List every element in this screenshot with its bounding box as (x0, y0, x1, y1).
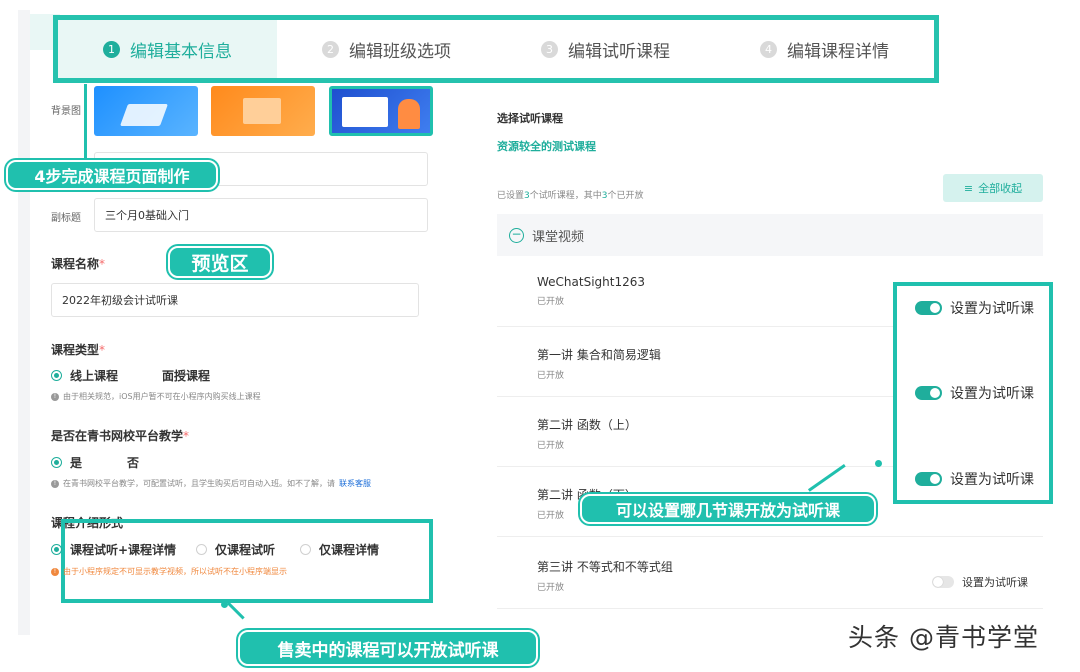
screen-illustration-icon (342, 97, 388, 127)
subtitle-label: 副标题 (51, 213, 81, 224)
step-2-tab[interactable]: 2 编辑班级选项 (277, 20, 496, 78)
course-type-offline-radio[interactable]: 面授课程 (143, 367, 210, 384)
course-name-label: 课程名称* (51, 257, 106, 271)
step-label: 编辑基本信息 (130, 41, 232, 62)
trial-open-callout: 可以设置哪几节课开放为试听课 (580, 494, 876, 524)
intro-trial-only-radio[interactable]: 仅课程试听 (196, 541, 275, 558)
platform-no-radio[interactable]: 否 (108, 454, 139, 471)
toggle-switch-on[interactable] (915, 301, 942, 315)
toggle-highlight-frame: 设置为试听课 设置为试听课 设置为试听课 (893, 282, 1053, 504)
radio-empty-icon (196, 544, 207, 555)
radio-empty-icon (108, 457, 119, 468)
intro-highlight-frame (61, 519, 433, 603)
toggle-switch-on[interactable] (915, 386, 942, 400)
toggle-switch-off[interactable] (932, 576, 954, 588)
radio-selected-icon (51, 457, 62, 468)
collapse-minus-icon[interactable]: − (509, 227, 524, 243)
subtitle-input[interactable]: 三个月0基础入门 (94, 198, 428, 232)
callout-connector (84, 84, 87, 160)
lesson-item: 第一讲 集合和简易逻辑 已开放 (537, 348, 661, 381)
page: 1 编辑基本信息 2 编辑班级选项 3 编辑试听课程 4 编辑课程详情 背景图 … (0, 0, 1080, 672)
book-illustration-icon (243, 98, 281, 124)
info-icon: ! (51, 392, 59, 401)
background-thumb-selected[interactable] (329, 86, 433, 136)
lesson-item: 第二讲 函数（上） 已开放 (537, 418, 637, 451)
radio-selected-icon (51, 370, 62, 381)
background-image-label: 背景图 (51, 106, 81, 117)
platform-yes-radio[interactable]: 是 (51, 454, 82, 471)
step-number-badge: 4 (760, 40, 777, 58)
callout-dot (221, 601, 228, 608)
lesson-item: 第三讲 不等式和不等式组 已开放 (537, 560, 673, 593)
course-type-label: 课程类型* (51, 343, 106, 357)
trial-course-name: 资源较全的测试课程 (497, 140, 596, 153)
step-number-badge: 1 (103, 40, 120, 58)
on-sale-callout: 售卖中的课程可以开放试听课 (238, 630, 538, 666)
trial-toggle-row[interactable]: 设置为试听课 (915, 298, 1034, 318)
intro-tip: ! 由于小程序规定不可显示教学视频，所以试听不在小程序端显示 (51, 566, 287, 577)
contact-support-link[interactable]: 联系客服 (339, 478, 371, 489)
collapse-all-button[interactable]: ≡ 全部收起 (943, 174, 1043, 202)
platform-label: 是否在青书网校平台教学* (51, 429, 190, 443)
trial-toggle-row[interactable]: 设置为试听课 (932, 574, 1028, 590)
info-icon: ! (51, 479, 59, 488)
step-label: 编辑试听课程 (568, 41, 670, 62)
toggle-switch-on[interactable] (915, 472, 942, 486)
radio-empty-icon (300, 544, 311, 555)
preview-callout: 预览区 (168, 246, 272, 278)
row-divider (497, 536, 1043, 537)
left-edge-strip (18, 10, 30, 635)
collapse-icon: ≡ (963, 181, 974, 195)
radio-empty-icon (143, 370, 154, 381)
background-thumb-blue[interactable] (94, 86, 198, 136)
trial-toggle-row[interactable]: 设置为试听课 (915, 383, 1034, 403)
laptop-illustration-icon (119, 104, 169, 126)
course-type-online-radio[interactable]: 线上课程 (51, 367, 118, 384)
watermark: 头条 @青书学堂 (848, 623, 1039, 652)
intro-detail-only-radio[interactable]: 仅课程详情 (300, 541, 379, 558)
lesson-item: WeChatSight1263 已开放 (537, 275, 646, 307)
radio-selected-icon (51, 544, 62, 555)
course-type-tip: ! 由于相关规范，iOS用户暂不可在小程序内购买线上课程 (51, 391, 261, 402)
course-name-input[interactable]: 2022年初级会计试听课 (51, 283, 419, 317)
step-4-tab[interactable]: 4 编辑课程详情 (715, 20, 934, 78)
step-number-badge: 3 (541, 40, 558, 58)
step-1-tab[interactable]: 1 编辑基本信息 (58, 20, 277, 78)
person-illustration-icon (398, 99, 420, 129)
step-label: 编辑课程详情 (787, 41, 889, 62)
trial-status-text: 已设置3个试听课程，其中3个已开放 (497, 191, 644, 201)
section-header-video[interactable]: − 课堂视频 (497, 214, 1043, 256)
callout-dot (875, 460, 882, 467)
steps-callout: 4步完成课程页面制作 (6, 160, 218, 190)
intro-trial-detail-radio[interactable]: 课程试听+课程详情 (51, 541, 176, 558)
step-number-badge: 2 (322, 40, 339, 58)
callout-connector (807, 464, 846, 492)
background-thumb-orange[interactable] (211, 86, 315, 136)
step-3-tab[interactable]: 3 编辑试听课程 (496, 20, 715, 78)
steps-bar: 1 编辑基本信息 2 编辑班级选项 3 编辑试听课程 4 编辑课程详情 (53, 15, 939, 83)
trial-course-title: 选择试听课程 (497, 112, 563, 125)
row-divider (497, 608, 1043, 609)
platform-tip: ! 在青书网校平台教学，可配置试听，且学生购买后可自动入班。如不了解，请 联系客服 (51, 478, 371, 489)
warning-icon: ! (51, 567, 59, 576)
trial-toggle-row[interactable]: 设置为试听课 (915, 469, 1034, 489)
step-label: 编辑班级选项 (349, 41, 451, 62)
